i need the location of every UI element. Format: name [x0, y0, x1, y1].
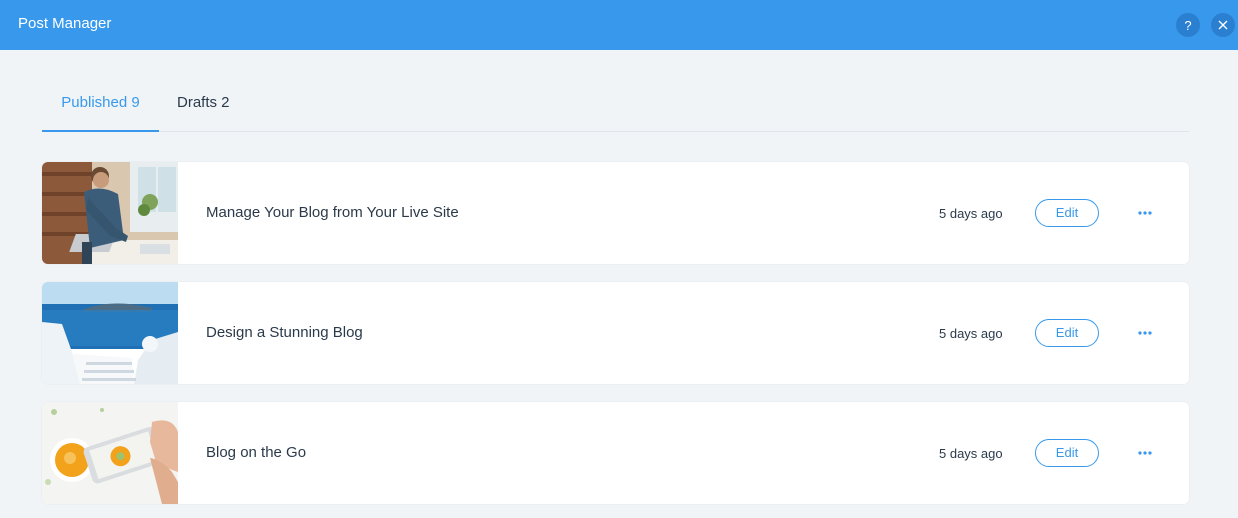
post-card[interactable]: Design a Stunning Blog 5 days ago Edit — [42, 282, 1189, 384]
post-time: 5 days ago — [939, 326, 1003, 341]
close-icon — [1218, 20, 1228, 30]
post-title[interactable]: Blog on the Go — [206, 444, 306, 462]
edit-button[interactable]: Edit — [1035, 199, 1099, 227]
question-icon: ? — [1184, 17, 1192, 33]
more-options-button[interactable] — [1134, 204, 1156, 222]
post-time: 5 days ago — [939, 446, 1003, 461]
header-title: Post Manager — [18, 15, 112, 32]
edit-button[interactable]: Edit — [1035, 439, 1099, 467]
help-button[interactable]: ? — [1176, 13, 1200, 37]
more-options-button[interactable] — [1134, 444, 1156, 462]
close-button[interactable] — [1211, 13, 1235, 37]
post-title[interactable]: Design a Stunning Blog — [206, 324, 363, 342]
santorini-sea-image[interactable] — [42, 282, 178, 384]
post-tabs: Published 9 Drafts 2 — [42, 80, 1189, 132]
post-time: 5 days ago — [939, 206, 1003, 221]
more-options-icon — [1138, 331, 1152, 335]
post-title[interactable]: Manage Your Blog from Your Live Site — [206, 204, 459, 222]
phone-food-photo-image[interactable] — [42, 402, 178, 504]
more-options-icon — [1138, 451, 1152, 455]
more-options-icon — [1138, 211, 1152, 215]
tab-drafts[interactable]: Drafts 2 — [177, 80, 230, 132]
tab-published[interactable]: Published 9 — [42, 80, 159, 132]
post-card[interactable]: Blog on the Go 5 days ago Edit — [42, 402, 1189, 504]
edit-button[interactable]: Edit — [1035, 319, 1099, 347]
man-with-laptop-image[interactable] — [42, 162, 178, 264]
post-manager-header: Post Manager ? — [0, 0, 1238, 50]
more-options-button[interactable] — [1134, 324, 1156, 342]
post-card[interactable]: Manage Your Blog from Your Live Site 5 d… — [42, 162, 1189, 264]
